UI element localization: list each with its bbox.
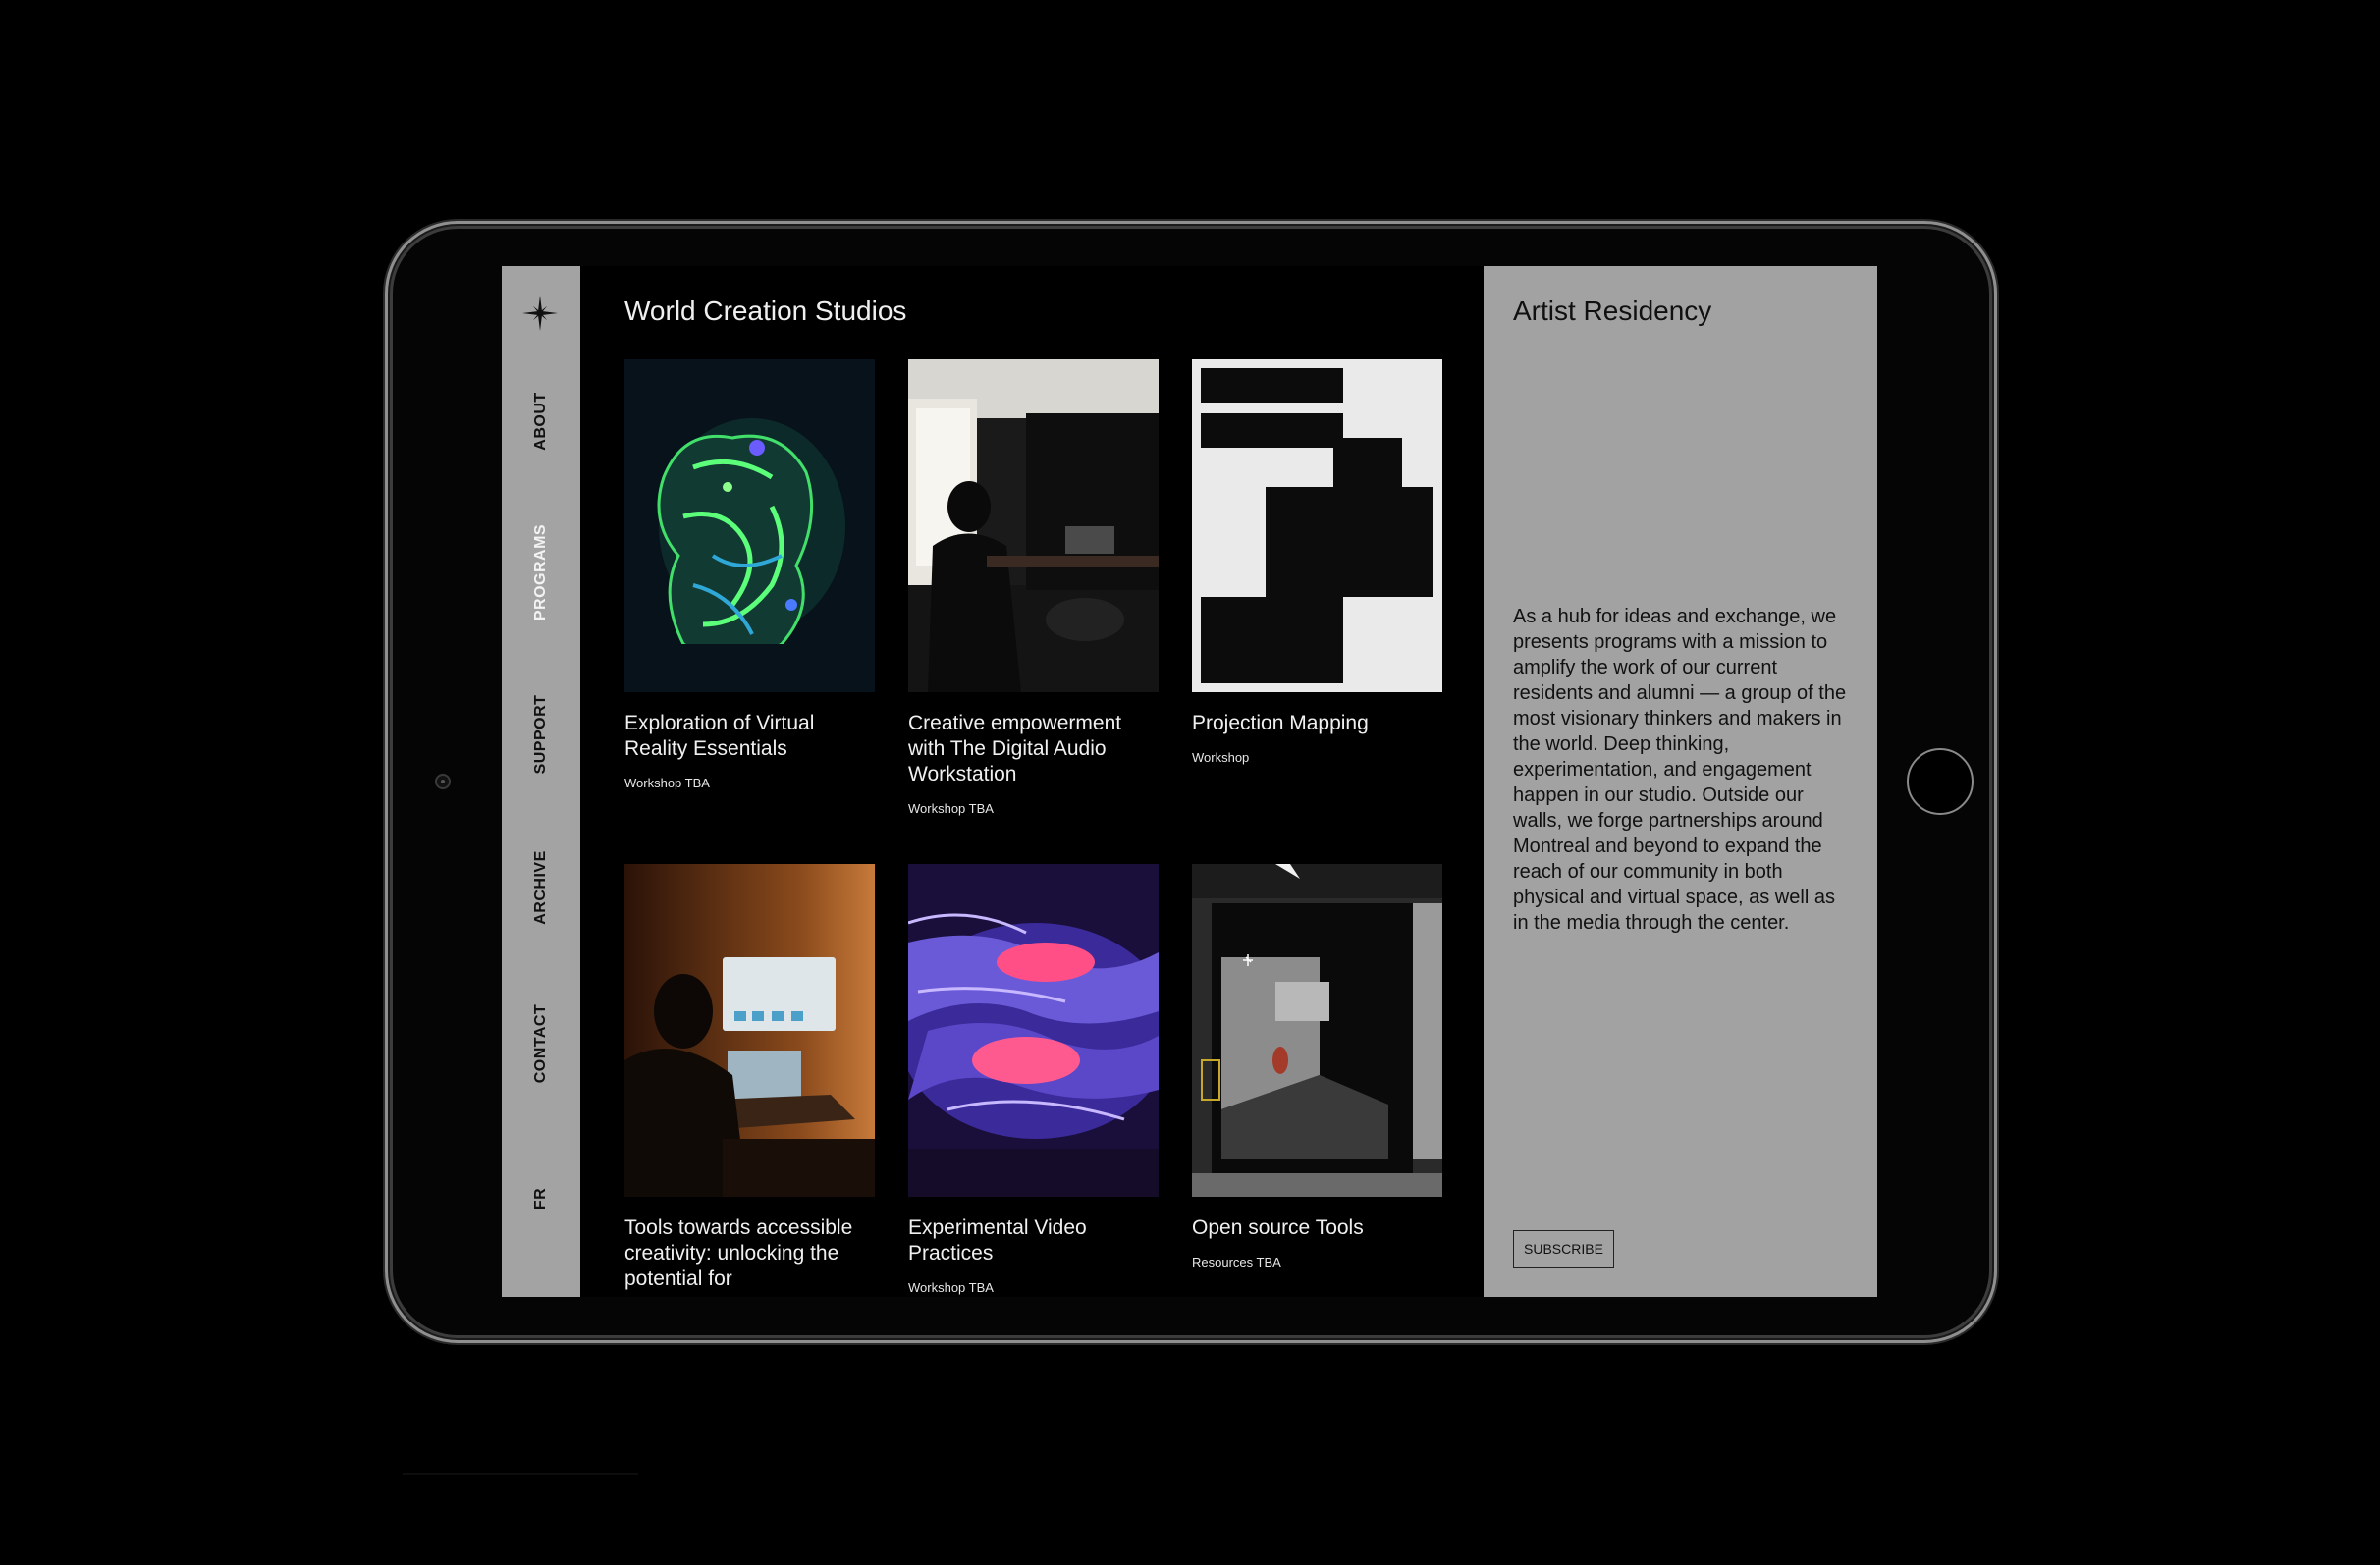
card-meta: Resources TBA [1192,1255,1281,1269]
nav-item-contact[interactable]: CONTACT [532,1004,550,1084]
card-title: Tools towards accessible creativity: unl… [624,1216,853,1290]
four-point-star-icon[interactable] [522,296,558,331]
program-card[interactable]: Open source Tools Resources TBA [1192,864,1442,1269]
program-image [624,864,875,1197]
card-meta: Workshop TBA [624,776,710,790]
page-title: World Creation Studios [624,296,907,326]
card-title: Projection Mapping [1192,712,1369,734]
sidebar: ABOUT PROGRAMS SUPPORT ARCHIVE CONTACT F… [502,266,580,1297]
nav-item-programs[interactable]: PROGRAMS [532,524,550,621]
programs-grid: World Creation Studios Exploration of Vi… [580,266,1484,1297]
panel-description: As a hub for ideas and exchange, we pres… [1513,606,1847,934]
program-image [908,359,1159,692]
card-title: Exploration of Virtual Reality Essential… [624,712,815,760]
program-card[interactable]: Creative empowerment with The Digital Au… [908,359,1159,816]
card-meta: Workshop [1192,750,1250,765]
nav-item-support[interactable]: SUPPORT [532,695,550,775]
program-image [1192,359,1442,692]
card-meta: Workshop TBA [908,1280,994,1295]
camera-icon [435,774,451,789]
program-card[interactable]: Exploration of Virtual Reality Essential… [624,359,875,790]
card-title: Creative empowerment with The Digital Au… [908,712,1122,785]
subscribe-button[interactable]: SUBSCRIBE [1513,1230,1614,1268]
program-image [1192,864,1442,1197]
panel-title: Artist Residency [1513,296,1712,326]
program-card[interactable]: Tools towards accessible creativity: unl… [624,864,875,1292]
card-title: Experimental Video Practices [908,1216,1087,1265]
nav-item-archive[interactable]: ARCHIVE [532,850,550,925]
tablet-screen: ABOUT PROGRAMS SUPPORT ARCHIVE CONTACT F… [502,266,1877,1297]
card-title: Open source Tools [1192,1216,1364,1239]
program-card[interactable]: Experimental Video Practices Workshop TB… [908,864,1159,1295]
nav-item-about[interactable]: ABOUT [532,392,550,450]
card-meta: Workshop TBA [908,801,994,816]
nav-item-fr[interactable]: FR [532,1188,550,1210]
program-image [908,864,1159,1197]
program-card[interactable]: Projection Mapping Workshop [1192,359,1442,765]
home-button[interactable] [1907,748,1974,815]
residency-panel: Artist Residency As a hub for ideas and … [1484,266,1877,1297]
program-image [624,359,875,692]
divider [403,1473,638,1475]
